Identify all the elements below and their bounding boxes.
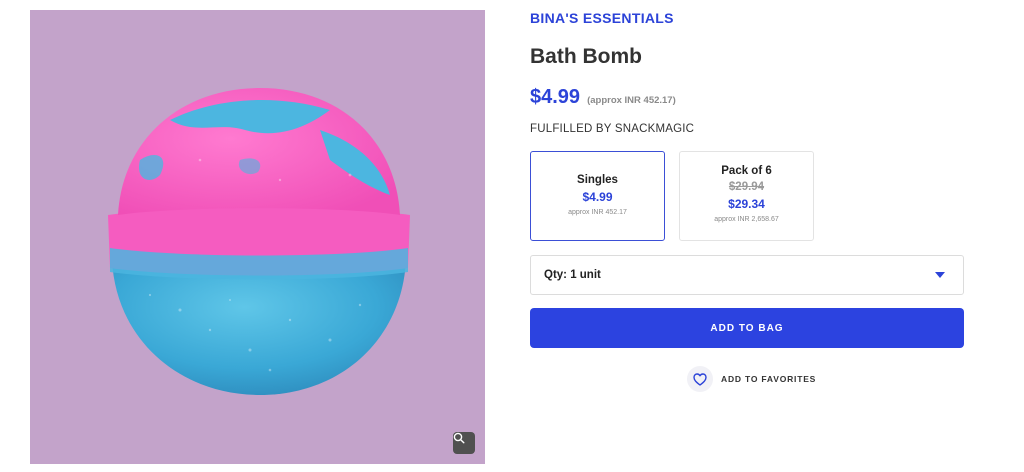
zoom-search-icon — [453, 432, 465, 444]
product-price: $4.99 — [530, 86, 581, 108]
product-price-approx: (approx INR 452.17) — [587, 95, 676, 106]
variant-option-pack-of-6[interactable]: Pack of 6 $29.94 $29.34 approx INR 2,658… — [679, 151, 814, 241]
variant-option-singles[interactable]: Singles $4.99 approx INR 452.17 — [530, 151, 665, 241]
heart-icon — [693, 372, 707, 386]
bath-bomb-illustration — [108, 88, 410, 395]
price-row: $4.99 (approx INR 452.17) — [530, 86, 676, 109]
add-to-bag-button[interactable]: ADD TO BAG — [530, 308, 964, 348]
zoom-button[interactable] — [453, 432, 475, 454]
product-title: Bath Bomb — [530, 45, 642, 68]
quantity-label: Qty: 1 unit — [544, 269, 601, 281]
variant-name: Pack of 6 — [721, 165, 772, 177]
add-to-favorites-label: ADD TO FAVORITES — [721, 374, 817, 384]
fulfilled-by-text: FULFILLED BY SNACKMAGIC — [530, 123, 695, 135]
variant-price: $4.99 — [582, 190, 613, 204]
add-to-favorites-button[interactable]: ADD TO FAVORITES — [687, 366, 816, 392]
product-image — [30, 10, 485, 464]
caret-down-icon — [935, 272, 945, 278]
heart-icon-wrapper — [687, 366, 713, 392]
variant-approx-price: approx INR 452.17 — [568, 209, 627, 216]
variant-old-price: $29.94 — [728, 181, 765, 193]
brand-link[interactable]: BINA'S ESSENTIALS — [530, 10, 674, 26]
quantity-select[interactable]: Qty: 1 unit — [530, 255, 964, 295]
variant-price: $29.34 — [728, 197, 765, 211]
variant-approx-price: approx INR 2,658.67 — [714, 216, 779, 223]
variant-name: Singles — [577, 174, 618, 186]
